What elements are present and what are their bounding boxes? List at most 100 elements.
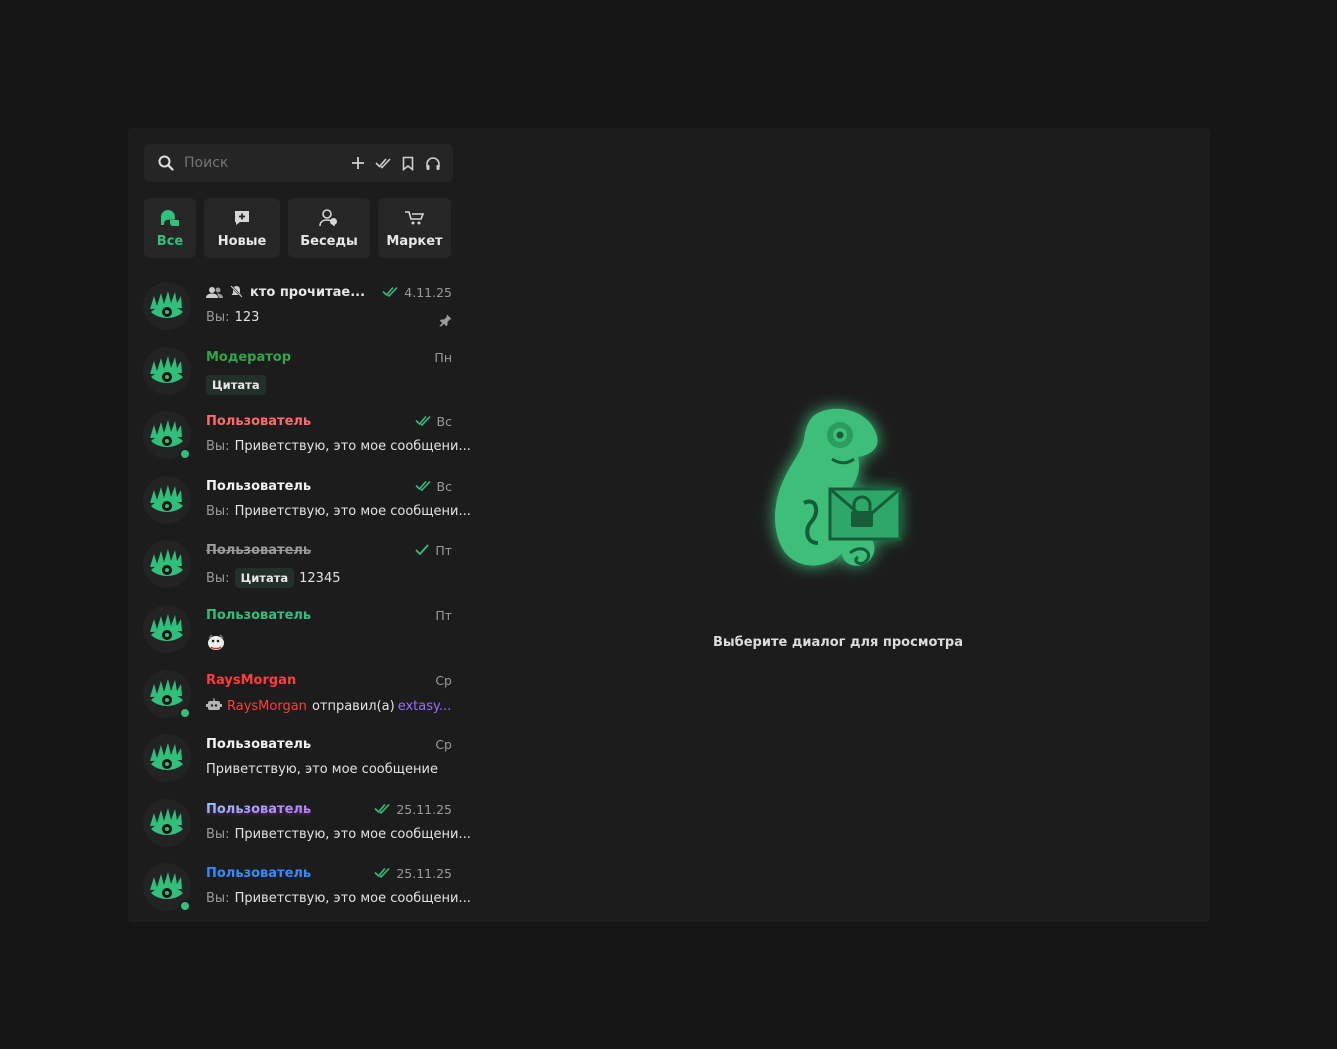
chat-time-text: 25.11.25: [396, 866, 452, 882]
chat-name: Пользователь: [206, 608, 311, 623]
chat-time-text: Вс: [436, 414, 452, 430]
chat-sidebar: Все Новые Беседы Маркет кто пр: [128, 128, 471, 922]
chat-time: Пн: [434, 350, 452, 365]
filter-new[interactable]: Новые: [204, 198, 280, 258]
message-text: Приветствую, это мое сообщени...: [234, 439, 471, 455]
filter-new-label: Новые: [217, 233, 267, 249]
chat-time: 25.11.25: [374, 802, 452, 817]
chat-item[interactable]: Пользователь 25.11.25 Вы: Приветствую, это …: [128, 855, 471, 920]
chat-name-text: Модератор: [206, 349, 292, 365]
chat-item[interactable]: RaysMorgan Ср RaysMorgan отправил(а) extasy.…: [128, 662, 464, 727]
filter-market[interactable]: Маркет: [378, 198, 451, 258]
avatar: [143, 475, 191, 524]
chat-name: Пользователь: [206, 737, 311, 752]
chat-time: Пт: [435, 608, 452, 623]
chat-time: 4.11.25: [382, 285, 452, 300]
double-check-icon[interactable]: [375, 155, 391, 171]
chat-time: Вс: [414, 478, 452, 494]
chat-preview: RaysMorgan отправил(а) extasy...: [206, 698, 451, 715]
avatar: [143, 604, 191, 653]
chat-time-text: Пн: [434, 349, 452, 365]
you-prefix: Вы:: [206, 570, 230, 586]
avatar: [143, 282, 191, 330]
chat-item[interactable]: кто прочитае... 4.11.25 Вы: 123: [128, 274, 464, 339]
filter-groups-label: Беседы: [300, 233, 358, 249]
chat-name-text: Пользователь: [206, 801, 312, 817]
message-text: Приветствую, это мое сообщени...: [234, 826, 471, 842]
message-text: 123: [234, 310, 260, 325]
chat-preview: Вы: Приветствую, это мое сообщени...: [206, 891, 471, 906]
bot-icon: [206, 698, 222, 715]
headphones-icon[interactable]: [425, 155, 441, 171]
chat-time: Ср: [435, 673, 452, 688]
chat-name-text: Пользователь: [206, 543, 312, 559]
chat-name-text: Пользователь: [206, 414, 312, 430]
filter-groups[interactable]: Беседы: [288, 198, 370, 258]
plus-icon[interactable]: [350, 155, 366, 171]
message-text: Приветствую, это мое сообщение: [206, 762, 438, 778]
muted-icon: [230, 285, 243, 302]
chameleon-envelope-illustration: [775, 408, 902, 566]
message-text: Приветствую, это мое сообщени...: [234, 503, 471, 519]
chat-name-text: RaysMorgan: [206, 672, 297, 688]
chat-preview: Вы: Приветствую, это мое сообщени...: [206, 504, 471, 519]
bookmark-icon[interactable]: [400, 155, 416, 171]
double-check-icon: [414, 479, 431, 494]
double-check-icon: [414, 414, 431, 429]
you-prefix: Вы:: [206, 891, 230, 907]
chat-time-text: Ср: [435, 672, 452, 688]
chat-time-text: Вс: [436, 478, 452, 494]
chat-item[interactable]: Пользователь Вс Вы: Приветствую, это мое со…: [128, 468, 471, 533]
empty-state: Выберите диалог для просмотра: [664, 393, 1012, 650]
group-icon: [206, 286, 223, 302]
chat-time-text: Ср: [435, 737, 452, 753]
chat-preview: Вы: 123: [206, 310, 259, 325]
chat-time: Вс: [414, 414, 452, 430]
chat-preview: Вы: Приветствую, это мое сообщени...: [206, 439, 471, 454]
chat-preview: Вы: Приветствую, это мое сообщени...: [206, 827, 471, 842]
cart-icon: [404, 208, 426, 228]
chat-time-text: Пт: [435, 543, 452, 559]
pin-icon: [439, 312, 452, 331]
chat-item[interactable]: Пользователь 25.11.25 Вы: Приветствую, это …: [128, 791, 471, 856]
system-user: RaysMorgan: [227, 698, 307, 714]
double-check-icon: [382, 285, 398, 300]
chat-preview: Вы: Цитата 12345: [206, 568, 341, 589]
filter-all[interactable]: Все: [144, 198, 196, 258]
empty-state-label: Выберите диалог для просмотра: [713, 635, 963, 650]
chat-name-text: кто прочитае...: [250, 285, 366, 300]
search-input[interactable]: [184, 155, 334, 171]
chat-preview: [206, 633, 226, 655]
system-text: отправил(а): [311, 698, 395, 714]
chat-item[interactable]: Пользователь Ср Приветствую, это мое сообщ…: [128, 726, 464, 791]
chat-item[interactable]: Пользователь Пт: [128, 597, 464, 662]
you-prefix: Вы:: [206, 826, 230, 842]
chat-name: кто прочитае...: [206, 285, 365, 302]
chat-preview: Цитата: [206, 374, 266, 395]
chat-list: кто прочитае... 4.11.25 Вы: 123 Модератор Пн Ц…: [128, 274, 471, 920]
chats-icon: [159, 208, 181, 228]
quote-badge: Цитата: [206, 374, 266, 395]
message-text: Приветствую, это мое сообщени...: [234, 891, 471, 907]
you-prefix: Вы:: [206, 439, 230, 455]
quote-badge: Цитата: [234, 568, 295, 589]
chat-name-text: Пользователь: [206, 866, 312, 882]
message-text: 12345: [299, 570, 341, 586]
chat-name: Пользователь: [206, 543, 311, 558]
chat-item[interactable]: Пользователь Пт Вы: Цитата 12345: [128, 532, 464, 597]
chat-time: Пт: [415, 543, 452, 558]
double-check-icon: [374, 802, 390, 817]
chat-time-text: Пт: [435, 607, 452, 623]
sticker-icon: [206, 633, 226, 655]
chat-item[interactable]: Модератор Пн Цитата: [128, 339, 464, 404]
online-indicator: [179, 448, 191, 461]
chat-name: Пользователь: [206, 802, 311, 817]
chat-time: 25.11.25: [374, 866, 452, 881]
chat-item[interactable]: Пользователь Вс Вы: Приветствую, это мое со…: [128, 403, 471, 468]
chat-name-text: Пользователь: [206, 737, 312, 753]
avatar: [143, 346, 191, 395]
chat-time-text: 4.11.25: [404, 285, 452, 300]
messenger-window: Все Новые Беседы Маркет кто пр: [128, 128, 1210, 922]
chat-name: RaysMorgan: [206, 673, 296, 688]
avatar: [143, 540, 191, 589]
